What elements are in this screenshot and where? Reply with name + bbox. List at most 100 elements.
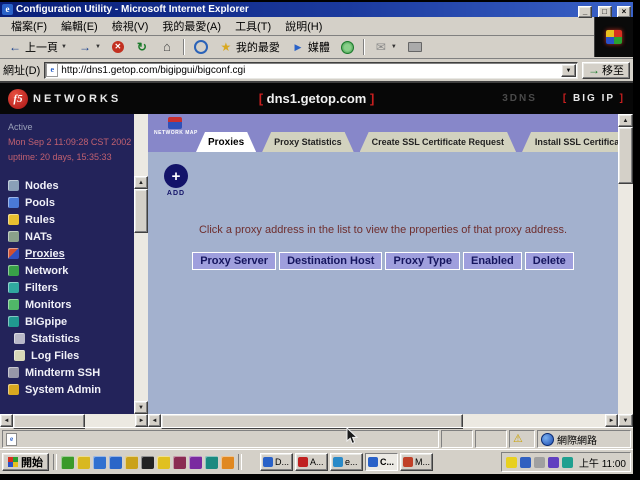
scrollbar-thumb[interactable] <box>618 127 633 184</box>
bracket-left: [ <box>563 93 568 104</box>
network-map-button[interactable]: NETWORK MAP <box>154 117 196 136</box>
quick-launch-icon[interactable] <box>205 456 218 469</box>
scroll-down-button[interactable]: ▼ <box>134 401 148 414</box>
menu-item-view[interactable]: 檢視(V) <box>105 17 156 35</box>
quick-launch-icon[interactable] <box>173 456 186 469</box>
sidebar-item-mindterm-ssh[interactable]: Mindterm SSH <box>8 364 134 381</box>
print-icon <box>408 42 422 52</box>
quick-launch-icon[interactable] <box>93 456 106 469</box>
address-bar: 網址(D) e http://dns1.getop.com/bigipgui/b… <box>0 59 633 83</box>
main-vertical-scrollbar[interactable]: ▲ ▼ <box>618 114 633 427</box>
menu-item-tools[interactable]: 工具(T) <box>228 17 278 35</box>
ie-task-icon <box>263 457 273 467</box>
sidebar-item-proxies[interactable]: Proxies <box>8 245 134 262</box>
product-bigip[interactable]: [ BIG IP ] <box>563 93 625 104</box>
scroll-right-button[interactable]: ► <box>605 414 618 427</box>
back-button[interactable]: ← 上一頁 ▼ <box>3 37 72 57</box>
sidebar-vertical-scrollbar[interactable]: ▲ ▼ <box>134 114 148 414</box>
close-button[interactable]: × <box>617 6 631 18</box>
menu-item-file[interactable]: 檔案(F) <box>4 17 54 35</box>
taskbar-clock[interactable]: 上午 11:00 <box>576 455 626 470</box>
quick-launch-icon[interactable] <box>77 456 90 469</box>
quick-launch-icon[interactable] <box>157 456 170 469</box>
scrollbar-track[interactable] <box>134 233 148 401</box>
sidebar-item-statistics[interactable]: Statistics <box>8 330 134 347</box>
sidebar-item-bigpipe[interactable]: BIGpipe <box>8 313 134 330</box>
go-button[interactable]: → 移至 <box>582 62 630 79</box>
security-zone-pane: 網際網路 <box>537 430 631 448</box>
scrollbar-track[interactable] <box>463 414 605 427</box>
task-button-2[interactable]: A... <box>295 453 328 471</box>
scheduler-icon[interactable] <box>548 457 559 468</box>
status-pane <box>475 430 507 448</box>
menu-item-edit[interactable]: 編輯(E) <box>54 17 105 35</box>
scrollbar-thumb[interactable] <box>134 189 148 233</box>
menu-item-help[interactable]: 說明(H) <box>278 17 329 35</box>
start-button[interactable]: 開始 <box>2 453 49 471</box>
tab-proxies[interactable]: Proxies <box>196 132 256 152</box>
scrollbar-track[interactable] <box>134 114 148 176</box>
forward-button[interactable]: → ▼ <box>73 38 106 56</box>
tab-create-ssl-certificate-request[interactable]: Create SSL Certificate Request <box>360 132 516 152</box>
volume-icon[interactable] <box>506 457 517 468</box>
scrollbar-track[interactable] <box>85 414 135 427</box>
mail-button[interactable]: ✉ ▼ <box>369 38 402 56</box>
sidebar-item-monitors[interactable]: Monitors <box>8 296 134 313</box>
stop-button[interactable]: ✕ <box>107 39 129 55</box>
task-button-configuration-utility[interactable]: C... <box>365 453 398 471</box>
menu-item-favorites[interactable]: 我的最愛(A) <box>155 17 228 35</box>
task-button-1[interactable]: D... <box>260 453 293 471</box>
address-dropdown-button[interactable]: ▼ <box>561 64 576 77</box>
quick-launch-icon[interactable] <box>221 456 234 469</box>
scroll-right-button[interactable]: ► <box>135 414 148 427</box>
antivirus-icon[interactable] <box>562 457 573 468</box>
print-button[interactable] <box>403 40 427 54</box>
sidebar-item-filters[interactable]: Filters <box>8 279 134 296</box>
add-proxy-button[interactable]: + <box>164 164 188 188</box>
minimize-button[interactable]: _ <box>578 6 592 18</box>
sidebar-item-log-files[interactable]: Log Files <box>8 347 134 364</box>
scroll-down-button[interactable]: ▼ <box>618 414 633 427</box>
quick-launch-icon[interactable] <box>141 456 154 469</box>
tab-install-ssl-certificate[interactable]: Install SSL Certificate <box>522 132 618 152</box>
main-horizontal-scrollbar[interactable]: ◄ ► <box>148 414 618 427</box>
favorites-button[interactable]: ★ 我的最愛 <box>214 37 285 57</box>
scroll-left-button[interactable]: ◄ <box>148 414 161 427</box>
quick-launch-icon[interactable] <box>189 456 202 469</box>
sidebar-item-pools[interactable]: Pools <box>8 194 134 211</box>
sidebar-nav-list: Nodes Pools Rules NATs Proxies Network F… <box>0 177 134 398</box>
add-button-label: ADD <box>164 190 188 197</box>
task-button-5[interactable]: M... <box>400 453 433 471</box>
sidebar-item-rules[interactable]: Rules <box>8 211 134 228</box>
display-icon[interactable] <box>534 457 545 468</box>
home-button[interactable]: ⌂ <box>155 38 179 56</box>
product-3dns[interactable]: 3DNS <box>502 93 537 104</box>
desktop-screen: e Configuration Utility - Microsoft Inte… <box>0 2 633 474</box>
scroll-left-button[interactable]: ◄ <box>0 414 13 427</box>
task-button-3[interactable]: e... <box>330 453 363 471</box>
scroll-up-button[interactable]: ▲ <box>618 114 633 127</box>
proxies-page: + ADD Click a proxy address in the list … <box>148 152 618 414</box>
network-status-icon[interactable] <box>520 457 531 468</box>
search-button[interactable] <box>189 38 213 56</box>
show-desktop-icon[interactable] <box>61 456 74 469</box>
scrollbar-track[interactable] <box>618 184 633 414</box>
media-button[interactable]: ▶ 媒體 <box>286 37 335 57</box>
status-alert-pane: ⚠ <box>509 430 535 448</box>
address-input[interactable]: e http://dns1.getop.com/bigipgui/bigconf… <box>44 62 578 79</box>
history-button[interactable] <box>336 39 359 56</box>
tab-proxy-statistics[interactable]: Proxy Statistics <box>262 132 354 152</box>
sidebar-item-nats[interactable]: NATs <box>8 228 134 245</box>
mail-dropdown-icon: ▼ <box>391 44 397 50</box>
scroll-up-button[interactable]: ▲ <box>134 176 148 189</box>
internet-explorer-icon[interactable] <box>109 456 122 469</box>
quick-launch-icon[interactable] <box>125 456 138 469</box>
refresh-button[interactable]: ↻ <box>130 38 154 56</box>
sidebar-item-network[interactable]: Network <box>8 262 134 279</box>
window-title: Configuration Utility - Microsoft Intern… <box>16 4 577 15</box>
maximize-button[interactable]: □ <box>598 6 612 18</box>
sidebar-item-system-admin[interactable]: System Admin <box>8 381 134 398</box>
window-titlebar[interactable]: e Configuration Utility - Microsoft Inte… <box>0 2 633 17</box>
sidebar-item-nodes[interactable]: Nodes <box>8 177 134 194</box>
sidebar-horizontal-scrollbar[interactable]: ◄ ► <box>0 414 148 427</box>
